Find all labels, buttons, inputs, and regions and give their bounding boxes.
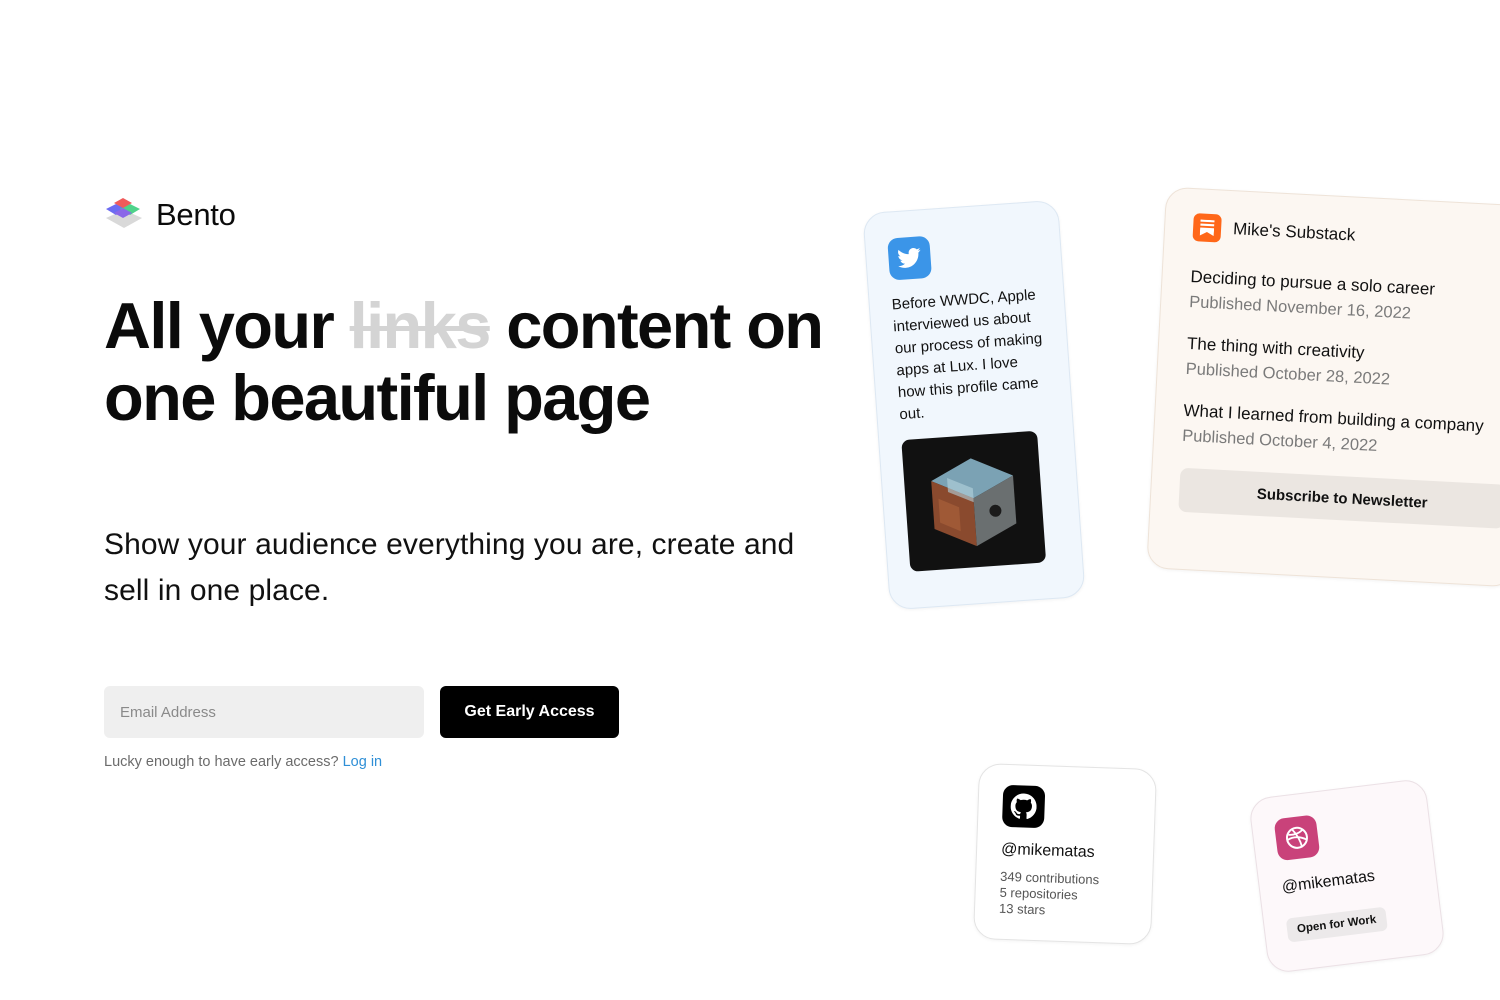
dribbble-handle: @mikematas — [1280, 867, 1376, 896]
substack-name: Mike's Substack — [1232, 219, 1356, 245]
github-icon — [1001, 784, 1046, 829]
subscribe-button[interactable]: Subscribe to Newsletter — [1178, 467, 1500, 529]
substack-post[interactable]: Deciding to pursue a solo career Publish… — [1189, 267, 1500, 328]
twitter-card[interactable]: Before WWDC, Apple interviewed us about … — [862, 199, 1086, 611]
github-handle: @mikematas — [1000, 840, 1095, 862]
substack-post[interactable]: What I learned from building a company P… — [1182, 401, 1494, 462]
github-card[interactable]: @mikematas 349 contributions 5 repositor… — [972, 762, 1158, 946]
headline-struck-word: links — [349, 289, 492, 362]
hero-subhead: Show your audience everything you are, c… — [104, 528, 795, 607]
cube-image — [931, 458, 1017, 547]
login-prompt: Lucky enough to have early access? Log i… — [104, 754, 382, 770]
brand-logo[interactable]: Bento — [104, 196, 236, 234]
email-input[interactable] — [104, 686, 424, 738]
headline-part-1: All your — [104, 289, 350, 362]
login-link[interactable]: Log in — [343, 754, 383, 770]
get-early-access-button[interactable]: Get Early Access — [440, 686, 619, 738]
substack-post[interactable]: The thing with creativity Published Octo… — [1185, 334, 1497, 395]
brand-name: Bento — [156, 197, 236, 232]
github-stats: 349 contributions 5 repositories 13 star… — [999, 869, 1129, 921]
login-prompt-text: Lucky enough to have early access? — [104, 754, 339, 770]
dribbble-icon — [1273, 814, 1321, 862]
substack-card[interactable]: Mike's Substack Deciding to pursue a sol… — [1146, 186, 1500, 588]
hero-headline: All your links content on one beautiful … — [104, 290, 824, 434]
bento-logo-icon — [106, 198, 142, 228]
open-for-work-badge: Open for Work — [1285, 906, 1388, 943]
dribbble-card[interactable]: @mikematas Open for Work — [1247, 777, 1447, 975]
substack-header: Mike's Substack — [1192, 213, 1500, 257]
substack-icon — [1192, 213, 1222, 243]
tweet-text: Before WWDC, Apple interviewed us about … — [891, 286, 1043, 424]
signup-form: Get Early Access — [104, 686, 619, 738]
twitter-bird-icon — [887, 235, 933, 281]
github-stars: 13 stars — [998, 900, 1046, 918]
tweet-image — [901, 430, 1047, 572]
